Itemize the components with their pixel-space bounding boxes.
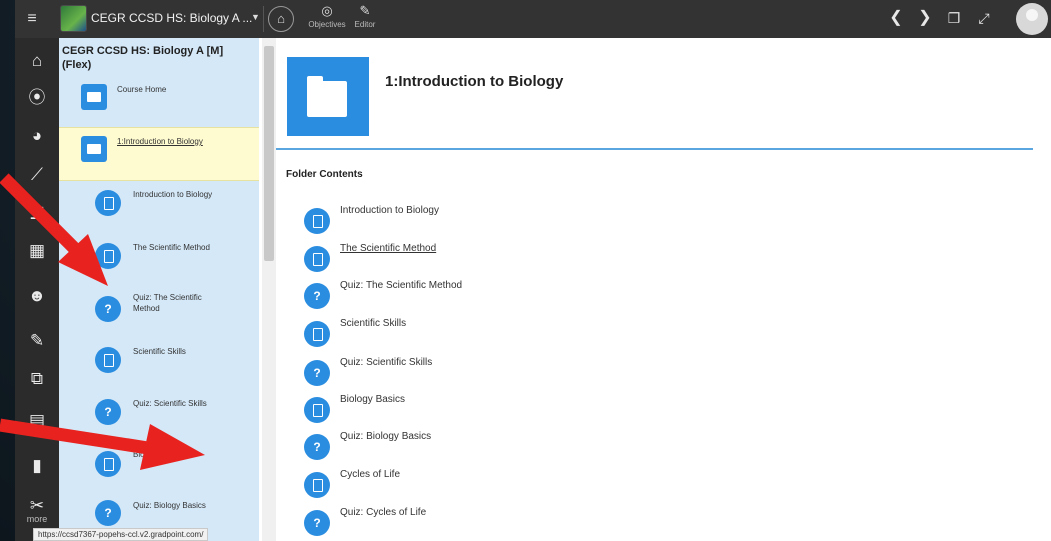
play-icon[interactable]: ⦿: [23, 85, 51, 111]
folder-contents-heading: Folder Contents: [286, 169, 363, 180]
list-item[interactable]: ? Quiz: Scientific Skills: [304, 357, 804, 390]
course-title[interactable]: CEGR CCSD HS: Biology A ...: [91, 11, 252, 25]
tree-item-label: Quiz: The Scientific Method: [133, 293, 202, 313]
quiz-icon: ?: [95, 399, 121, 425]
calendar-icon[interactable]: ▦: [23, 238, 51, 264]
top-bar: ≡ CEGR CCSD HS: Biology A ... ▼ ⌂ ◎ Obje…: [15, 0, 1051, 38]
list-item[interactable]: Cycles of Life: [304, 469, 804, 502]
tree-scrollbar[interactable]: [262, 38, 276, 541]
dashboard-icon[interactable]: ◕: [23, 123, 51, 149]
list-item[interactable]: The Scientific Method: [304, 243, 804, 276]
main-content: 1:Introduction to Biology Folder Content…: [276, 38, 1051, 541]
previous-icon[interactable]: ❮: [887, 9, 905, 27]
next-icon[interactable]: ❯: [916, 9, 934, 27]
slide-background: ≡ CEGR CCSD HS: Biology A ... ▼ ⌂ ◎ Obje…: [0, 0, 1051, 541]
tree-item-label: 1:Introduction to Biology: [117, 137, 203, 146]
more-label[interactable]: more: [19, 514, 55, 524]
target-icon: ◎: [321, 3, 333, 18]
divider: [276, 148, 1033, 150]
list-item-label[interactable]: Scientific Skills: [340, 318, 406, 329]
copy-icon[interactable]: ❐: [945, 9, 963, 27]
folder-icon: [287, 57, 369, 136]
quiz-icon: ?: [95, 296, 121, 322]
hamburger-menu-icon[interactable]: ≡: [21, 8, 43, 30]
tree-item-label: Quiz: Scientific Skills: [133, 399, 207, 408]
bar-chart-icon[interactable]: ▮: [23, 453, 51, 479]
quiz-icon: ?: [95, 500, 121, 526]
editor-button[interactable]: ✎ Editor: [350, 3, 380, 30]
list-item[interactable]: Biology Basics: [304, 394, 804, 427]
list-item-label[interactable]: Quiz: Biology Basics: [340, 431, 431, 442]
chart-icon[interactable]: ⟋: [23, 162, 51, 188]
document-icon: [304, 246, 330, 272]
home-icon[interactable]: ⌂: [23, 48, 51, 74]
quiz-icon: ?: [304, 360, 330, 386]
list-item[interactable]: ? Quiz: Cycles of Life: [304, 507, 804, 540]
browser-window: ≡ CEGR CCSD HS: Biology A ... ▼ ⌂ ◎ Obje…: [15, 0, 1051, 541]
list-item[interactable]: ? Quiz: Biology Basics: [304, 431, 804, 464]
document-icon: [95, 347, 121, 373]
document-icon: [304, 397, 330, 423]
tree-item-label: Introduction to Biology: [133, 190, 213, 199]
book-icon[interactable]: ▤: [23, 408, 51, 434]
scrollbar-thumb[interactable]: [264, 46, 274, 261]
folder-open-icon: [81, 136, 107, 162]
tree-item-label: Quiz: Biology Basics: [133, 501, 206, 510]
people-icon[interactable]: ☻: [23, 283, 51, 309]
list-item[interactable]: ? Quiz: The Scientific Method: [304, 280, 804, 313]
list-item-label[interactable]: Quiz: Scientific Skills: [340, 357, 432, 368]
list-item-label[interactable]: Cycles of Life: [340, 469, 400, 480]
page-title: 1:Introduction to Biology: [385, 73, 564, 90]
home-icon[interactable]: ⌂: [268, 6, 294, 32]
expand-icon[interactable]: ⤢: [975, 9, 993, 27]
quiz-icon: ?: [304, 434, 330, 460]
chevron-down-icon[interactable]: ▼: [251, 12, 260, 22]
list-item-label[interactable]: The Scientific Method: [340, 243, 436, 254]
avatar[interactable]: [1016, 3, 1048, 35]
document-icon: [304, 472, 330, 498]
course-logo: [60, 5, 87, 32]
document-icon: [95, 451, 121, 477]
status-bar-url: https://ccsd7367-popehs-ccl.v2.gradpoint…: [33, 528, 209, 541]
tree-item-label: Course Home: [117, 85, 167, 94]
editor-label: Editor: [354, 20, 376, 29]
list-icon[interactable]: ☰: [23, 201, 51, 227]
tree-item-label: Biology: [133, 450, 160, 459]
course-tree: CEGR CCSD HS: Biology A [M] (Flex) Cours…: [59, 38, 259, 541]
external-link-icon[interactable]: ⧉: [23, 366, 51, 392]
edit-icon[interactable]: ✎: [23, 328, 51, 354]
objectives-button[interactable]: ◎ Objectives: [305, 3, 349, 30]
quiz-icon: ?: [304, 510, 330, 536]
list-item-label[interactable]: Introduction to Biology: [340, 205, 439, 216]
document-icon: [304, 208, 330, 234]
list-item-label[interactable]: Quiz: The Scientific Method: [340, 280, 462, 291]
document-icon: [95, 243, 121, 269]
pencil-icon: ✎: [359, 3, 371, 18]
quiz-icon: ?: [304, 283, 330, 309]
divider: [263, 6, 264, 32]
tree-item-label: The Scientific Method: [133, 243, 210, 252]
list-item[interactable]: Introduction to Biology: [304, 205, 804, 238]
folder-icon: [81, 84, 107, 110]
document-icon: [95, 190, 121, 216]
list-item[interactable]: Scientific Skills: [304, 318, 804, 351]
tree-title: CEGR CCSD HS: Biology A [M] (Flex): [62, 45, 224, 71]
list-item-label[interactable]: Quiz: Cycles of Life: [340, 507, 426, 518]
tree-item-label: Scientific Skills: [133, 347, 186, 356]
list-item-label[interactable]: Biology Basics: [340, 394, 405, 405]
document-icon: [304, 321, 330, 347]
left-rail: ⌂ ⦿ ◕ ⟋ ☰ ▦ ☻ ✎ ⧉ ▤ ▮ ✂ more: [15, 38, 59, 541]
objectives-label: Objectives: [308, 20, 346, 29]
